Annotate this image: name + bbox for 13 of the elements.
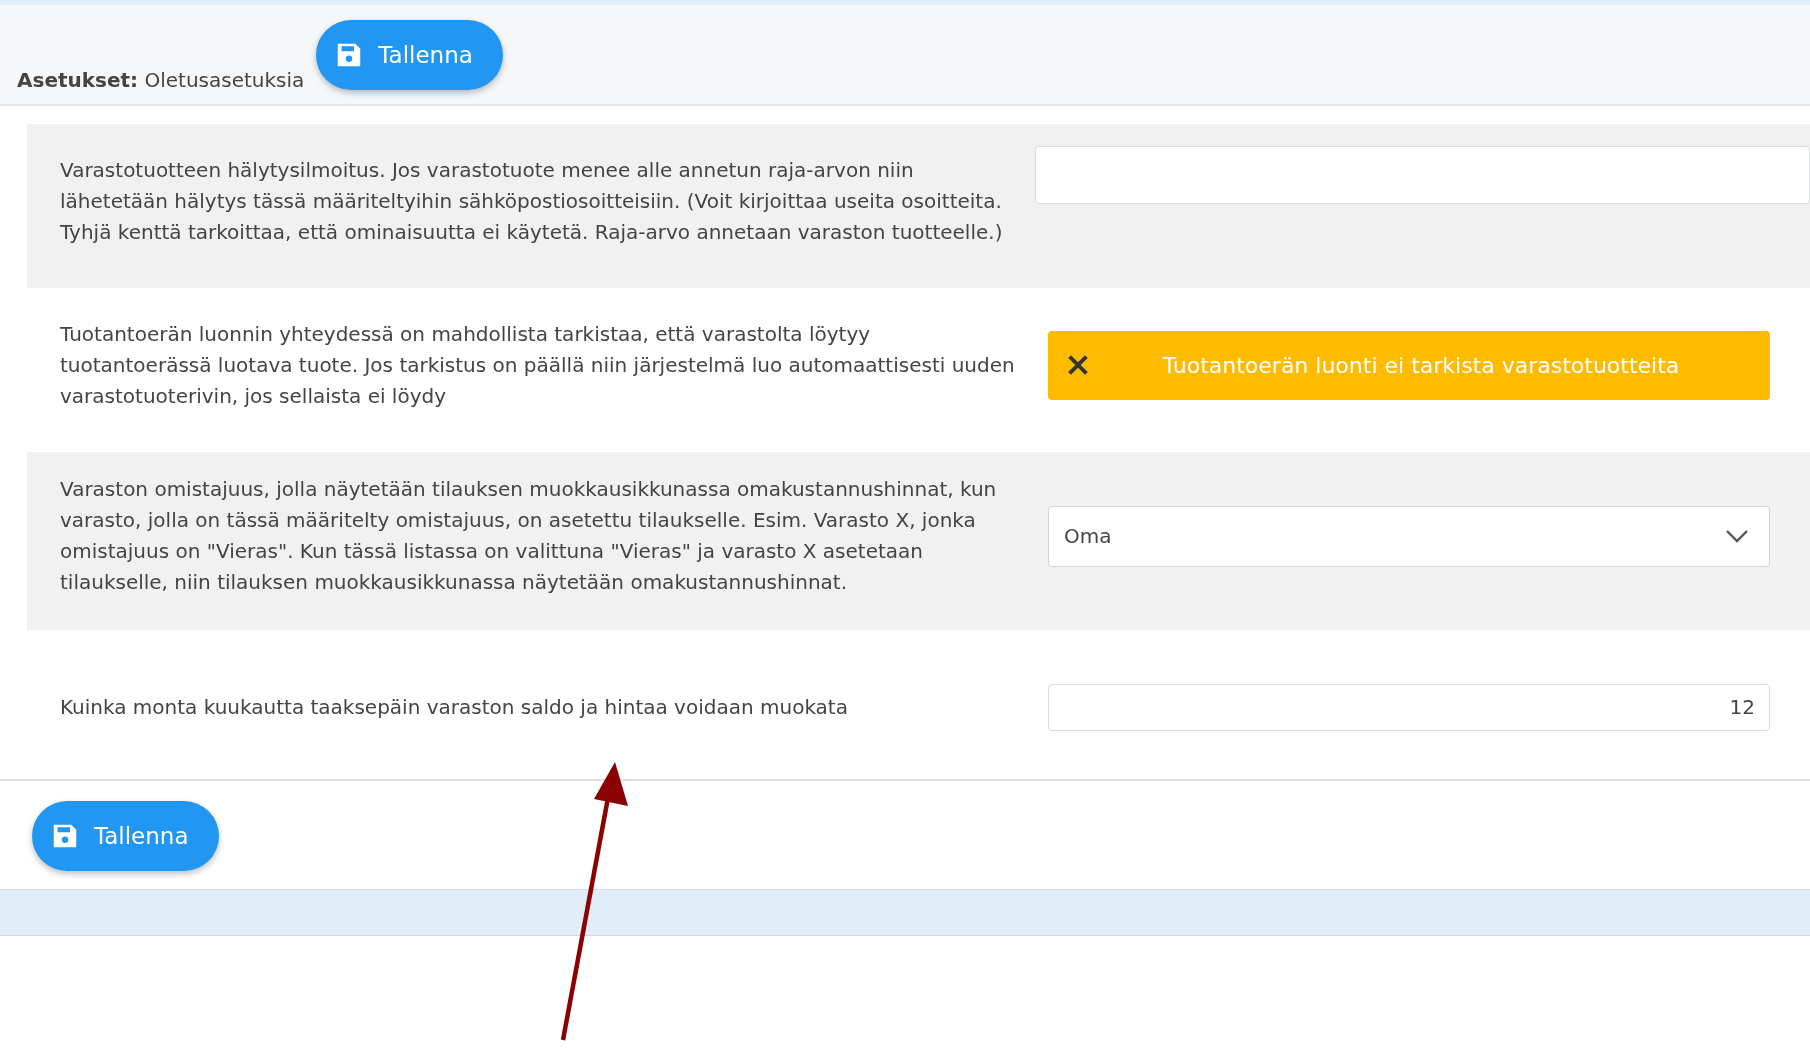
setting-description: Varaston omistajuus, jolla näytetään tilauksen muokkausikkunassa omakustannushinnat, kun varasto, jolla on tässä määritelty omistajuus, on asetettu tilaukselle. Esim. Varasto X, jonka omistajuus on "Vieras". Kun tässä listassa on valittuna "Vieras" ja varasto X asetetaan tilaukselle, niin tilauksen muokkausikkunassa näytetään omakustannushinnat. <box>60 476 998 596</box>
save-button[interactable]: Tallenna <box>32 801 219 871</box>
toggle-button[interactable]: Tuotantoerän luonti ei tarkista varastotuotteita <box>1048 330 1770 400</box>
settings-title: Asetukset: Oletusasetuksia <box>17 67 305 92</box>
chevron-down-icon <box>1725 529 1749 543</box>
months-input-field[interactable]: 12 <box>1048 683 1770 731</box>
setting-description: Kuinka monta kuukautta taaksepäin varaston saldo ja hintaa voidaan muokata <box>60 693 849 721</box>
setting-description: Tuotantoerän luonnin yhteydessä on mahdollista tarkistaa, että varastolta löytyy tuotantoerässä luotava tuote. Jos tarkistus on päällä niin järjestelmä luo automaattisesti uuden varastotuoterivin, jos sellaista ei löydy <box>60 320 1016 410</box>
email-input-field[interactable] <box>1035 146 1810 204</box>
setting-description: Varastotuotteen hälytysilmoitus. Jos varastotuote menee alle annetun raja-arvon niin lähetetään hälytys tässä määriteltyihin sähköpostiosoitteisiin. (Voit kirjoittaa useita osoitteita. Tyhjä kenttä tarkoittaa, että ominaisuutta ei käytetä. Raja-arvo annetaan varaston tuotteelle.) <box>60 156 1004 246</box>
close-icon <box>1066 353 1090 377</box>
ownership-dropdown[interactable]: Oma <box>1048 505 1770 567</box>
save-button[interactable]: Tallenna <box>316 19 503 90</box>
